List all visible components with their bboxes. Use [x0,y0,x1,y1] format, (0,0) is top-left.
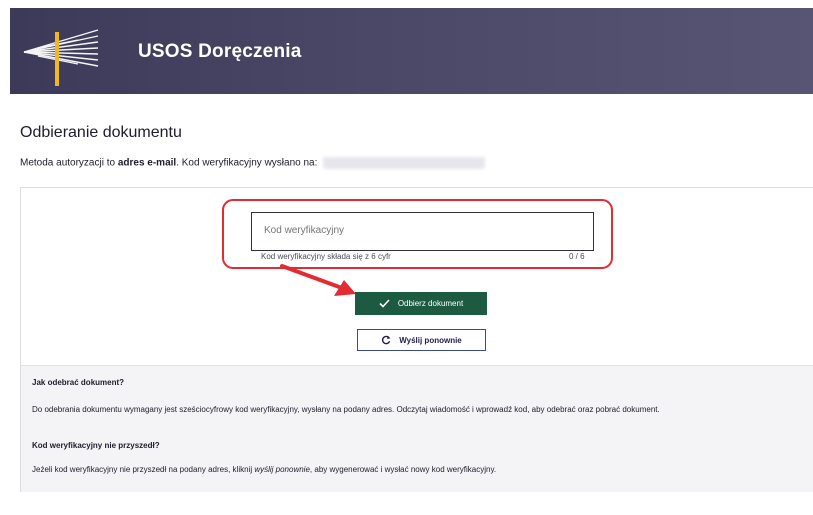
receive-document-card: Kod weryfikacyjny składa się z 6 cyfr 0 … [20,187,813,492]
help-paragraph-how: Do odebrania dokumentu wymagany jest sze… [32,405,660,414]
help-heading-no-code: Kod weryfikacyjny nie przyszedł? [32,441,160,450]
receive-document-label: Odbierz dokument [397,299,464,308]
receive-document-button[interactable]: Odbierz dokument [355,292,487,315]
app-title: USOS Doręczenia [138,41,302,62]
page-title: Odbieranie dokumentu [20,124,182,141]
redacted-email [323,157,486,169]
refresh-icon [382,335,391,345]
auth-prefix: Metoda autoryzacji to [20,157,118,169]
help-p2-resend-em: wyślij ponownie [254,465,310,474]
red-arrow-annotation [280,264,356,296]
help-p2-prefix: Jeżeli kod weryfikacyjny nie przyszedł n… [32,465,255,474]
auth-method: adres e-mail [117,157,177,169]
help-paragraph-no-code: Jeżeli kod weryfikacyjny nie przyszedł n… [32,465,794,474]
highlight-annotation [222,199,613,269]
university-columns-logo-icon [23,29,99,86]
check-icon [379,299,390,308]
resend-button[interactable]: Wyślij ponownie [357,329,486,351]
help-section: Jak odebrać dokument? Do odebrania dokum… [21,365,813,492]
resend-label: Wyślij ponownie [399,335,462,345]
auth-method-text: Metoda autoryzacji to adres e-mail. Kod … [20,157,486,169]
help-p2-suffix: , aby wygenerować i wysłać nowy kod wery… [309,465,497,474]
help-heading-how: Jak odebrać dokument? [32,378,125,387]
auth-suffix: . Kod weryfikacyjny wysłano na: [176,157,318,169]
app-header: USOS Doręczenia [10,8,813,94]
